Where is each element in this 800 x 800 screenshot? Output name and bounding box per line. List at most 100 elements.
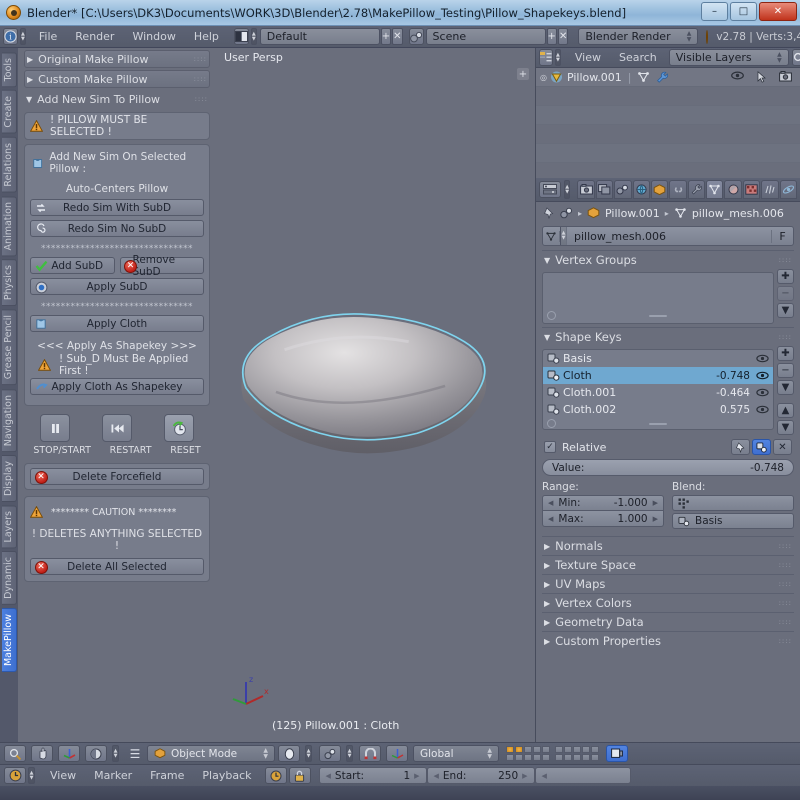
delete-screen-layout-button[interactable]: ✕ [392, 28, 403, 45]
move-shape-key-down-button[interactable]: ▼ [777, 420, 794, 435]
transform-orientation-select[interactable]: Global ▲ ▼ [413, 745, 499, 762]
chevron-left-icon[interactable]: ◀ [326, 772, 331, 780]
chevron-left-icon[interactable]: ◀ [434, 772, 439, 780]
pin-icon[interactable] [543, 207, 555, 219]
add-shape-key-button[interactable]: ✚ [777, 346, 794, 361]
layer-cell[interactable] [555, 746, 563, 753]
tab-render-layers[interactable] [595, 180, 614, 199]
layer-cell[interactable] [542, 746, 550, 753]
editor-type-timeline-icon[interactable] [4, 767, 26, 784]
pin-shapekey-button[interactable] [731, 439, 750, 455]
mesh-data-icon[interactable] [637, 71, 650, 83]
tab-object[interactable] [650, 180, 669, 199]
shading-mode-icon[interactable] [278, 745, 300, 762]
timeline-menu-frame[interactable]: Frame [141, 765, 193, 787]
menu-help[interactable]: Help [185, 26, 228, 48]
manipulator-toggle-icon[interactable] [386, 745, 408, 762]
editor-type-properties-icon[interactable] [539, 181, 561, 198]
layer-cell[interactable] [591, 746, 599, 753]
stop-start-button[interactable] [40, 414, 70, 442]
tab-material[interactable] [724, 180, 742, 199]
sidebar-item-dynamic[interactable]: Dynamic [1, 551, 17, 606]
timeline-menu-view[interactable]: View [41, 765, 85, 787]
layer-cell[interactable] [555, 754, 563, 761]
clear-shapekey-button[interactable]: ✕ [773, 439, 792, 455]
close-button[interactable]: ✕ [759, 2, 797, 21]
eye-icon[interactable] [756, 371, 769, 380]
mesh-name-input[interactable]: pillow_mesh.006 [567, 230, 771, 243]
section-texture-space[interactable]: ▶ Texture Space :::: [542, 555, 794, 574]
breadcrumb-object-label[interactable]: Pillow.001 [605, 207, 660, 220]
shapekey-value-slider[interactable]: Value: -0.748 [542, 459, 794, 476]
shape-keys-header[interactable]: ▼ Shape Keys :::: [542, 327, 794, 346]
sidebar-item-relations[interactable]: Relations [1, 136, 17, 193]
range-max-field[interactable]: ◀ Max: 1.000 ▶ [542, 511, 664, 527]
blend-vertex-group-field[interactable] [672, 495, 794, 511]
vertex-group-specials-button[interactable]: ▼ [777, 303, 794, 318]
layer-cell[interactable] [573, 746, 581, 753]
add-screen-layout-button[interactable]: + [380, 28, 392, 45]
chevron-right-icon[interactable]: ▶ [648, 515, 658, 523]
outliner-menu-view[interactable]: View [566, 48, 610, 68]
3d-viewport[interactable]: User Persp + z x (125) Pillow.001: Clot… [216, 48, 535, 742]
menu-hamburger-icon[interactable]: ☰ [126, 745, 144, 762]
editor-type-outliner-icon[interactable] [539, 49, 553, 66]
add-scene-button[interactable]: + [546, 28, 557, 45]
outliner-menu-search[interactable]: Search [610, 48, 666, 68]
layer-cell[interactable] [515, 754, 523, 761]
timeline-menu-marker[interactable]: Marker [85, 765, 141, 787]
cursor-arrow-icon[interactable] [757, 71, 766, 83]
sidebar-item-animation[interactable]: Animation [1, 195, 17, 257]
auto-keyframe-icon[interactable] [264, 767, 287, 784]
chevron-right-icon[interactable]: ▶ [648, 499, 658, 507]
menu-file[interactable]: File [30, 26, 66, 48]
tab-scene[interactable] [614, 180, 632, 199]
frame-start-field[interactable]: ◀ Start: 1 ▶ [318, 767, 427, 784]
properties-type-spinner[interactable]: ▲ ▼ [563, 180, 571, 199]
scene-icon[interactable] [408, 28, 424, 45]
apply-cloth-button[interactable]: Apply Cloth [30, 315, 204, 332]
list-item[interactable]: Cloth.001 -0.464 [543, 384, 773, 401]
layer-cell[interactable] [524, 746, 532, 753]
current-frame-field[interactable]: ◀ [534, 767, 631, 784]
layer-cell[interactable] [564, 754, 572, 761]
chevron-left-icon[interactable]: ◀ [542, 772, 547, 780]
delete-scene-button[interactable]: ✕ [557, 28, 569, 45]
outliner-type-spinner[interactable]: ▲ ▼ [555, 49, 561, 66]
eye-icon[interactable] [731, 71, 744, 83]
section-normals[interactable]: ▶ Normals :::: [542, 536, 794, 555]
outliner-object-label[interactable]: Pillow.001 [567, 71, 622, 84]
frame-end-field[interactable]: ◀ End: 250 ▶ [426, 767, 535, 784]
editor-type-info-icon[interactable]: i [3, 28, 18, 45]
layer-cell[interactable] [542, 754, 550, 761]
eye-icon[interactable] [756, 405, 769, 414]
remove-vertex-group-button[interactable]: − [777, 286, 794, 301]
list-item[interactable]: Basis [543, 350, 773, 367]
tab-render[interactable] [577, 180, 595, 199]
modifier-wrench-icon[interactable] [656, 71, 669, 83]
section-uv-maps[interactable]: ▶ UV Maps :::: [542, 574, 794, 593]
manipulator-axis-icon[interactable] [58, 745, 80, 762]
tab-object-data[interactable] [706, 180, 724, 199]
snap-magnet-icon[interactable] [359, 745, 381, 762]
layer-cell[interactable] [582, 754, 590, 761]
screen-layout-field[interactable]: Default [259, 28, 380, 45]
layer-cell[interactable] [533, 746, 541, 753]
menu-render[interactable]: Render [66, 26, 123, 48]
shape-keys-list[interactable]: Basis Cloth -0.748 Cloth.001 -0.464 Clot… [542, 349, 774, 430]
eye-icon[interactable] [756, 388, 769, 397]
shading-mode-spinner[interactable]: ▲ ▼ [305, 745, 312, 762]
mesh-datablock-icon[interactable] [543, 230, 560, 242]
sidebar-item-layers[interactable]: Layers [1, 504, 17, 549]
sidebar-item-display[interactable]: Display [1, 454, 17, 502]
shape-key-specials-button[interactable]: ▼ [777, 380, 794, 395]
pillow-object[interactable] [216, 48, 535, 742]
menu-window[interactable]: Window [123, 26, 184, 48]
sidebar-item-grease-pencil[interactable]: Grease Pencil [1, 309, 17, 386]
restart-button[interactable] [102, 414, 132, 442]
panel-add-new-sim[interactable]: ▼ Add New Sim To Pillow :::: [24, 90, 210, 108]
camera-render-icon[interactable] [779, 71, 792, 83]
fake-user-button[interactable]: F [771, 229, 793, 243]
range-min-field[interactable]: ◀ Min: -1.000 ▶ [542, 495, 664, 511]
scene-icon[interactable] [560, 207, 573, 219]
